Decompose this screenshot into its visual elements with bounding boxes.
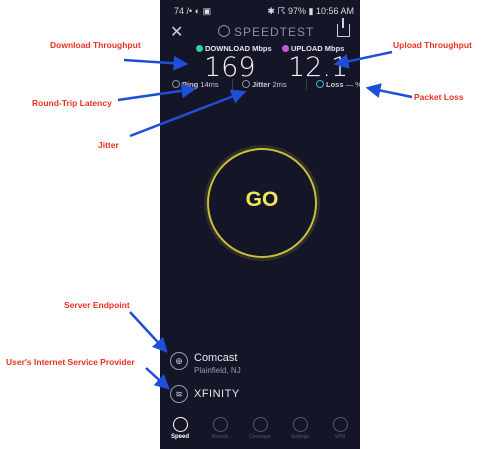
vpn-globe-icon (332, 417, 348, 432)
jitter-value: 2ms (272, 80, 287, 89)
tab-label: Speed (170, 434, 189, 440)
annotation-latency: Round-Trip Latency (32, 98, 112, 108)
speedometer-icon (172, 417, 188, 432)
download-value: 169 (204, 52, 256, 83)
upload-value: 12.1 (288, 52, 349, 83)
globe-icon: ⊕ (170, 352, 188, 370)
status-bar: 74 /• ◐ ▣ ✱ ☈ 97% ▮ 10:56 AM (160, 0, 360, 20)
arrow-packet-loss (365, 83, 413, 99)
close-icon[interactable]: ✕ (170, 22, 183, 42)
app-title-text: SPEEDTEST (234, 25, 315, 39)
tab-results[interactable]: Results (200, 417, 240, 440)
ping-value: 14ms (200, 80, 219, 89)
status-right: ✱ ☈ 97% ▮ 10:56 AM (267, 6, 354, 16)
annotation-jitter: Jitter (98, 140, 119, 150)
divider (232, 79, 233, 90)
loss-info-icon[interactable] (316, 80, 324, 88)
tab-vpn[interactable]: VPN (320, 417, 360, 440)
jitter-label: Jitter (252, 80, 271, 89)
top-bar: ✕ SPEEDTEST (160, 18, 360, 44)
jitter-icon (242, 80, 250, 88)
jitter-stat: Jitter 2ms (242, 80, 287, 89)
tab-label: Results (211, 434, 229, 440)
status-left: 74 /• ◐ ▣ (174, 6, 212, 16)
share-icon[interactable] (337, 18, 350, 37)
download-icon (196, 45, 203, 52)
ping-label: Ping (182, 80, 199, 89)
bottom-tab-bar: Speed Results Coverage Settings VPN (160, 417, 360, 449)
go-button[interactable]: GO (207, 148, 317, 258)
tab-coverage[interactable]: Coverage (240, 417, 280, 440)
tab-label: Coverage (249, 434, 271, 440)
speedtest-phone-screen: 74 /• ◐ ▣ ✱ ☈ 97% ▮ 10:56 AM ✕ SPEEDTEST… (160, 0, 360, 449)
annotation-upload: Upload Throughput (393, 40, 472, 50)
tab-label: Settings (290, 434, 310, 440)
app-title: SPEEDTEST (218, 25, 314, 39)
server-name: Comcast (194, 352, 238, 364)
annotation-packet-loss: Packet Loss (414, 92, 464, 102)
annotation-isp: User's Internet Service Provider (6, 357, 135, 367)
tab-speed[interactable]: Speed (160, 417, 200, 440)
wifi-icon: ≋ (170, 385, 188, 403)
isp-name: XFINITY (194, 388, 240, 400)
speedtest-logo-icon (218, 25, 230, 37)
server-location: Plainfield, NJ (194, 366, 241, 375)
annotation-server: Server Endpoint (64, 300, 130, 310)
loss-stat: Loss — % (316, 80, 360, 89)
loss-value: — % (345, 80, 360, 89)
annotation-download: Download Throughput (50, 40, 141, 50)
ping-stat: Ping 14ms (172, 80, 219, 89)
loss-label: Loss (326, 80, 344, 89)
check-circle-icon (212, 417, 228, 432)
upload-icon (282, 45, 289, 52)
map-pin-icon (252, 417, 268, 432)
gear-icon (292, 417, 308, 432)
ping-icon (172, 80, 180, 88)
tab-label: VPN (334, 434, 346, 440)
tab-settings[interactable]: Settings (280, 417, 320, 440)
divider (306, 79, 307, 90)
go-label: GO (245, 188, 279, 211)
